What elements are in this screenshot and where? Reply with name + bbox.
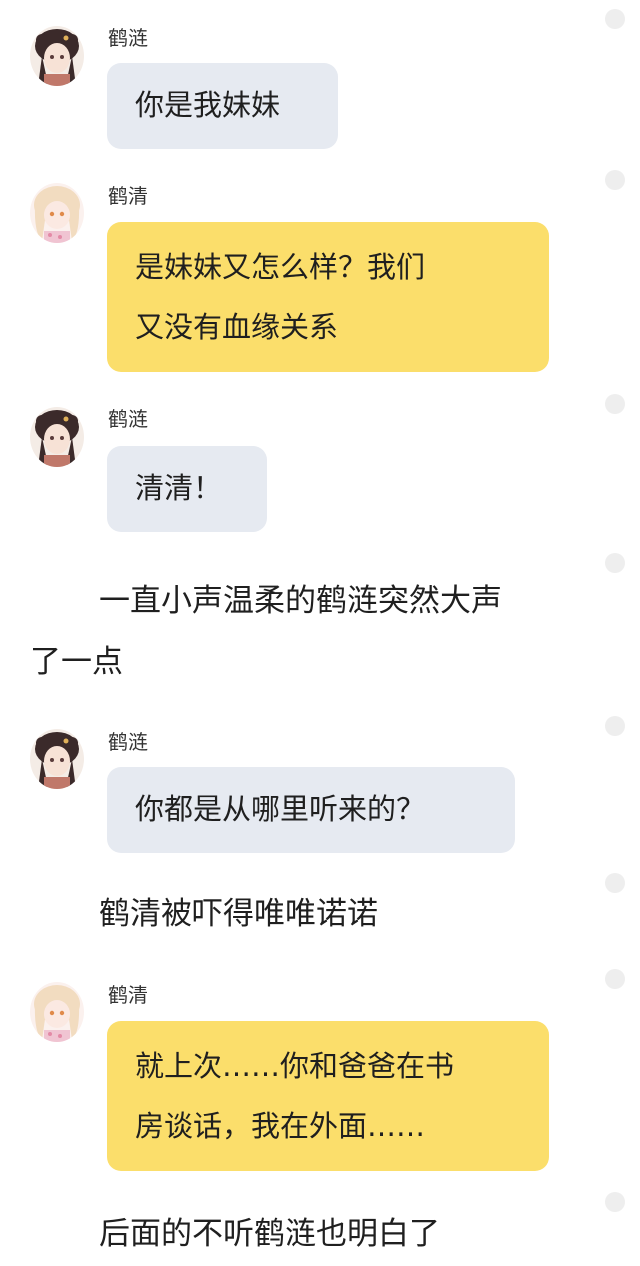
narration-text: 后面的不听鹤涟也明白了 (99, 1216, 440, 1252)
avatar[interactable] (30, 26, 84, 86)
narration-text: 鹤清被吓得唯唯诺诺 (99, 896, 378, 932)
message-menu-dot[interactable] (605, 170, 625, 190)
speaker-name: 鹤清 (108, 983, 148, 1007)
message-menu-dot[interactable] (605, 553, 625, 573)
blonde-girl-avatar-icon (30, 183, 84, 243)
narration-text: 一直小声温柔的鹤涟突然大声 (99, 583, 502, 619)
chat-text: 清清！ (135, 471, 223, 505)
chat-bubble[interactable]: 清清！ (107, 446, 267, 532)
chat-text: 就上次……你和爸爸在书 (135, 1049, 455, 1083)
message-menu-dot[interactable] (605, 9, 625, 29)
dark-hair-girl-avatar-icon (30, 729, 84, 789)
chat-bubble[interactable]: 就上次……你和爸爸在书 房谈话，我在外面…… (107, 1021, 549, 1171)
chat-bubble[interactable]: 你是我妹妹 (107, 63, 338, 149)
avatar[interactable] (30, 407, 84, 467)
avatar[interactable] (30, 982, 84, 1042)
message-menu-dot[interactable] (605, 969, 625, 989)
chat-text: 是妹妹又怎么样？我们 (135, 250, 426, 284)
message-menu-dot[interactable] (605, 873, 625, 893)
chat-text: 又没有血缘关系 (135, 310, 339, 344)
chat-text: 你是我妹妹 (135, 88, 281, 122)
chat-text: 你都是从哪里听来的？ (135, 792, 426, 826)
chat-bubble[interactable]: 是妹妹又怎么样？我们 又没有血缘关系 (107, 222, 549, 372)
avatar[interactable] (30, 183, 84, 243)
message-menu-dot[interactable] (605, 1192, 625, 1212)
speaker-name: 鹤涟 (108, 407, 148, 431)
avatar[interactable] (30, 729, 84, 789)
speaker-name: 鹤涟 (108, 26, 148, 50)
message-menu-dot[interactable] (605, 394, 625, 414)
blonde-girl-avatar-icon (30, 982, 84, 1042)
chat-bubble[interactable]: 你都是从哪里听来的？ (107, 767, 515, 853)
dark-hair-girl-avatar-icon (30, 407, 84, 467)
dark-hair-girl-avatar-icon (30, 26, 84, 86)
speaker-name: 鹤涟 (108, 730, 148, 754)
message-menu-dot[interactable] (605, 716, 625, 736)
narration-text: 了一点 (30, 644, 123, 680)
speaker-name: 鹤清 (108, 184, 148, 208)
chat-text: 房谈话，我在外面…… (135, 1109, 426, 1143)
